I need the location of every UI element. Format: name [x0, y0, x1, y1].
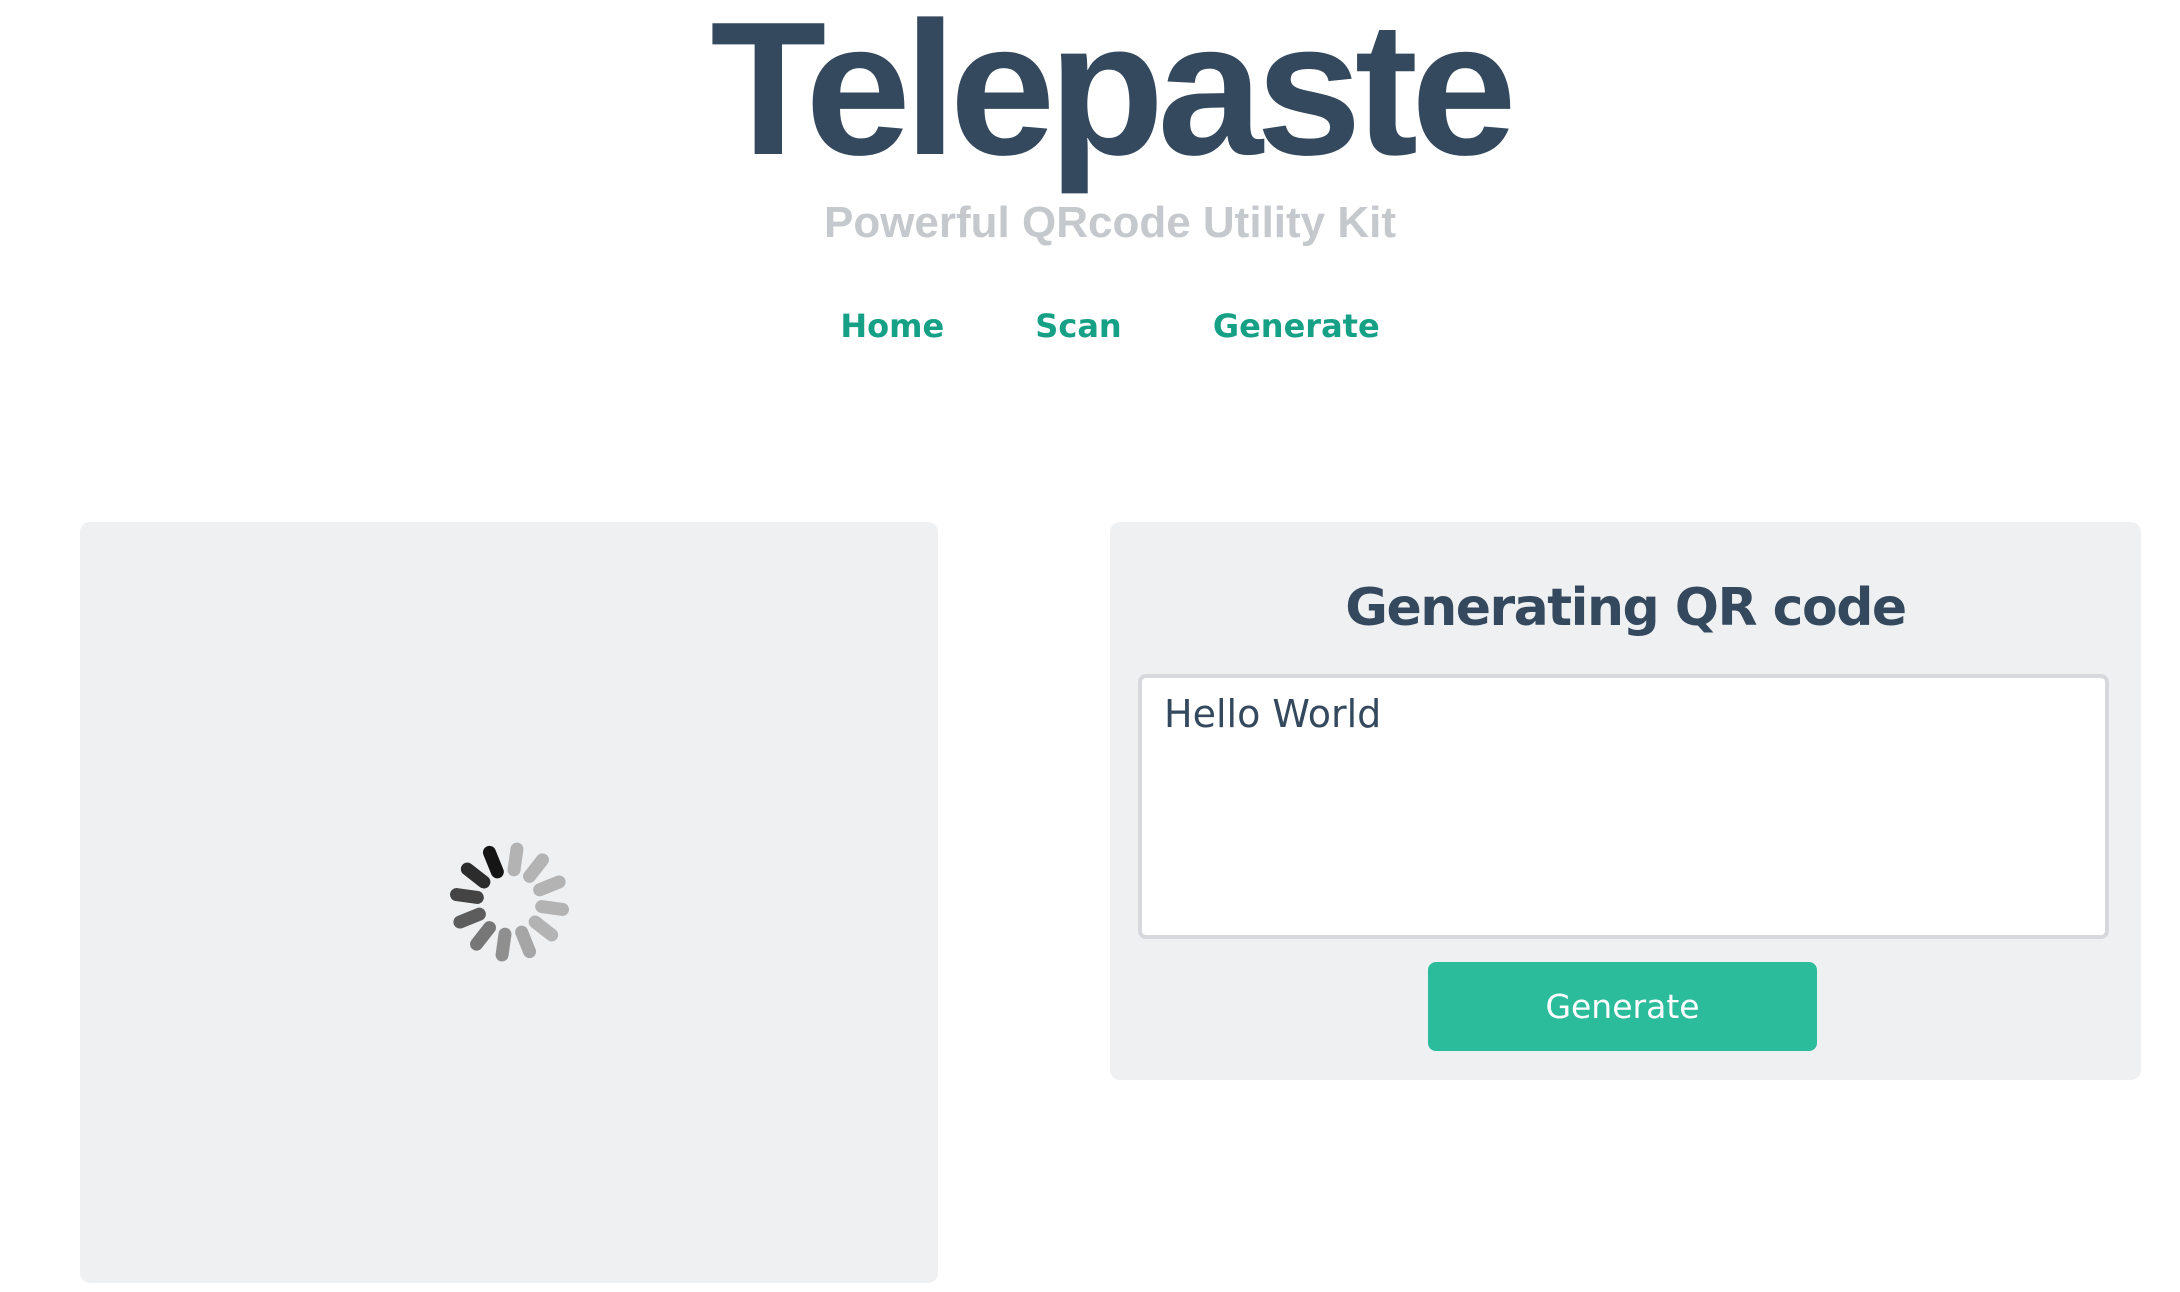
spinner-tick — [494, 926, 512, 963]
qr-preview-panel — [80, 522, 938, 1283]
qr-generator-panel: Generating QR code Hello World Generate — [1110, 522, 2141, 1080]
nav-link-home[interactable]: Home — [840, 310, 944, 342]
app-logo: Telepaste — [710, 0, 1516, 195]
spinner-tick — [533, 899, 570, 917]
main-nav: Home Scan Generate — [0, 310, 2180, 342]
nav-link-scan[interactable]: Scan — [1035, 310, 1121, 342]
panel-title: Generating QR code — [1345, 578, 1907, 638]
nav-link-generate[interactable]: Generate — [1213, 310, 1380, 342]
qr-text-input[interactable]: Hello World — [1138, 674, 2109, 939]
spinner-tick — [448, 887, 485, 905]
app-tagline: Powerful QRcode Utility Kit — [823, 198, 1397, 247]
spinner-tick — [506, 841, 524, 878]
generate-button[interactable]: Generate — [1428, 962, 1817, 1051]
